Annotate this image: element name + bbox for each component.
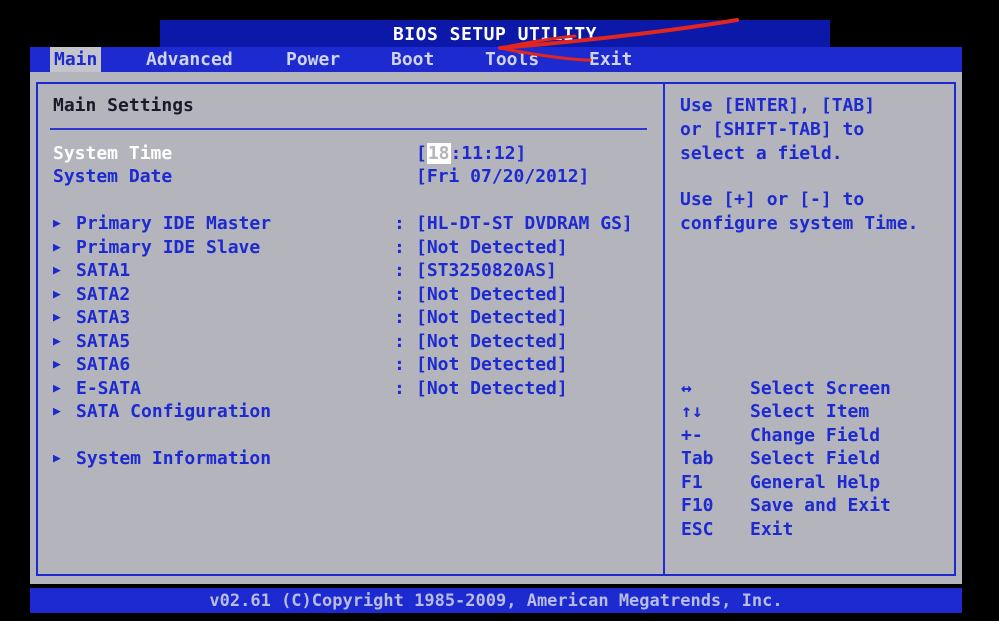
- device-label: SATA6: [76, 354, 131, 375]
- device-value: [ST3250820AS]: [416, 260, 557, 281]
- title-bar: BIOS SETUP UTILITY: [160, 20, 830, 48]
- key-left-right-icon: ↔: [681, 378, 692, 399]
- key-desc: Save and Exit: [750, 495, 891, 516]
- footer-bar: v02.61 (C)Copyright 1985-2009, American …: [30, 588, 962, 613]
- key-desc: General Help: [750, 472, 881, 493]
- copyright-text: v02.61 (C)Copyright 1985-2009, American …: [209, 591, 783, 611]
- key-desc: Change Field: [750, 425, 881, 446]
- submenu-arrow-icon: ▶: [53, 451, 61, 466]
- device-value: [Not Detected]: [416, 237, 568, 258]
- system-time-rest: :11:12]: [450, 143, 527, 164]
- key-plus-minus: +-: [681, 425, 703, 446]
- system-time-value[interactable]: [18:11:12]: [416, 143, 526, 165]
- system-time-label[interactable]: System Time: [53, 143, 172, 165]
- submenu-arrow-icon: ▶: [53, 357, 61, 372]
- device-label: Primary IDE Master: [76, 213, 272, 234]
- device-separator: :: [394, 213, 405, 234]
- system-information-label: System Information: [76, 448, 272, 469]
- key-esc: ESC: [681, 519, 714, 540]
- help-divider: [663, 82, 665, 576]
- help-line: Use [+] or [-] to: [680, 189, 865, 210]
- system-time-hour-cursor[interactable]: 18: [426, 143, 451, 164]
- submenu-arrow-icon: ▶: [53, 216, 61, 231]
- menu-tab-advanced[interactable]: Advanced: [142, 47, 237, 72]
- device-separator: :: [394, 307, 405, 328]
- help-line: configure system Time.: [680, 213, 919, 234]
- device-separator: :: [394, 237, 405, 258]
- device-value: [Not Detected]: [416, 354, 568, 375]
- key-desc: Select Field: [750, 448, 881, 469]
- heading-rule: [50, 128, 647, 130]
- device-separator: :: [394, 331, 405, 352]
- device-label: SATA1: [76, 260, 131, 281]
- menu-bar: Main Advanced Power Boot Tools Exit: [30, 47, 962, 72]
- help-line: select a field.: [680, 143, 843, 164]
- main-settings-heading: Main Settings: [53, 95, 194, 116]
- submenu-arrow-icon: ▶: [53, 404, 61, 419]
- submenu-arrow-icon: ▶: [53, 287, 61, 302]
- system-time-open-bracket: [: [416, 143, 427, 164]
- device-value: [HL-DT-ST DVDRAM GS]: [416, 213, 633, 234]
- device-separator: :: [394, 378, 405, 399]
- menu-tab-power[interactable]: Power: [282, 47, 344, 72]
- key-tab: Tab: [681, 448, 714, 469]
- submenu-arrow-icon: ▶: [53, 240, 61, 255]
- device-label: SATA3: [76, 307, 131, 328]
- menu-tab-tools[interactable]: Tools: [481, 47, 543, 72]
- help-line: Use [ENTER], [TAB]: [680, 95, 876, 116]
- device-value: [Not Detected]: [416, 307, 568, 328]
- device-label: SATA2: [76, 284, 131, 305]
- menu-tab-main[interactable]: Main: [50, 47, 102, 72]
- key-desc: Exit: [750, 519, 794, 540]
- submenu-arrow-icon: ▶: [53, 334, 61, 349]
- key-desc: Select Item: [750, 401, 870, 422]
- system-date-value[interactable]: [Fri 07/20/2012]: [416, 166, 589, 188]
- key-f10: F10: [681, 495, 714, 516]
- key-up-down-icon: ↑↓: [681, 401, 703, 422]
- device-value: [Not Detected]: [416, 331, 568, 352]
- device-label: E-SATA: [76, 378, 142, 399]
- bios-screen: BIOS SETUP UTILITY Main Advanced Power B…: [0, 0, 999, 621]
- device-separator: :: [394, 284, 405, 305]
- sata-configuration-label: SATA Configuration: [76, 401, 272, 422]
- submenu-arrow-icon: ▶: [53, 263, 61, 278]
- device-value: [Not Detected]: [416, 284, 568, 305]
- device-label: Primary IDE Slave: [76, 237, 261, 258]
- system-date-label[interactable]: System Date: [53, 166, 172, 188]
- bios-title: BIOS SETUP UTILITY: [392, 24, 598, 45]
- menu-tab-exit[interactable]: Exit: [585, 47, 636, 72]
- device-label: SATA5: [76, 331, 131, 352]
- device-separator: :: [394, 260, 405, 281]
- submenu-arrow-icon: ▶: [53, 310, 61, 325]
- help-line: or [SHIFT-TAB] to: [680, 119, 865, 140]
- submenu-arrow-icon: ▶: [53, 381, 61, 396]
- device-value: [Not Detected]: [416, 378, 568, 399]
- key-f1: F1: [681, 472, 703, 493]
- menu-tab-boot[interactable]: Boot: [387, 47, 438, 72]
- key-desc: Select Screen: [750, 378, 891, 399]
- device-separator: :: [394, 354, 405, 375]
